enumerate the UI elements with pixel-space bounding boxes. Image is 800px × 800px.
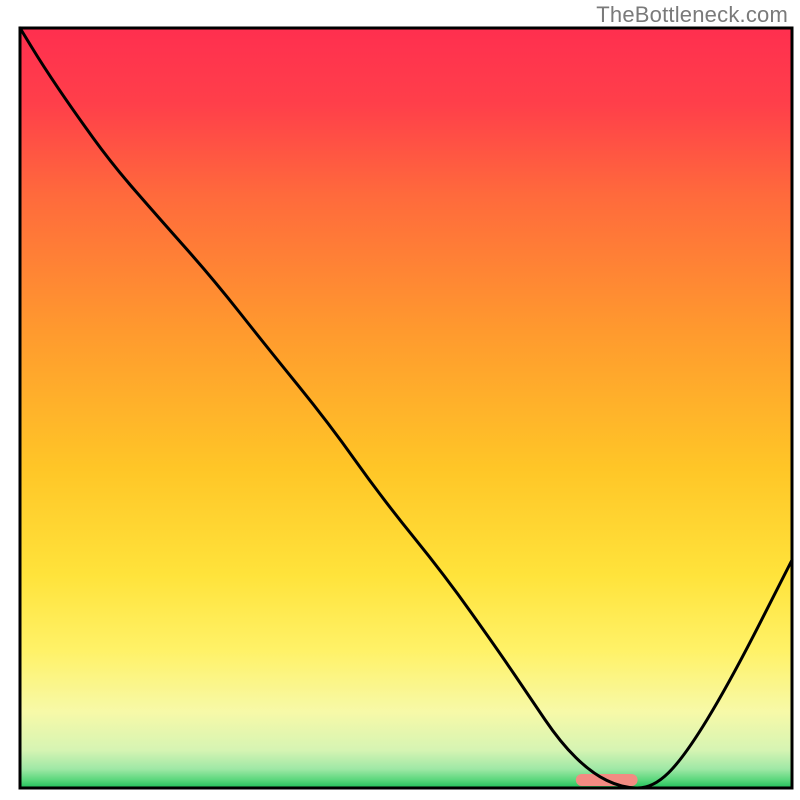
watermark-text: TheBottleneck.com	[596, 2, 788, 28]
bottleneck-chart	[0, 0, 800, 800]
plot-background	[20, 28, 792, 788]
